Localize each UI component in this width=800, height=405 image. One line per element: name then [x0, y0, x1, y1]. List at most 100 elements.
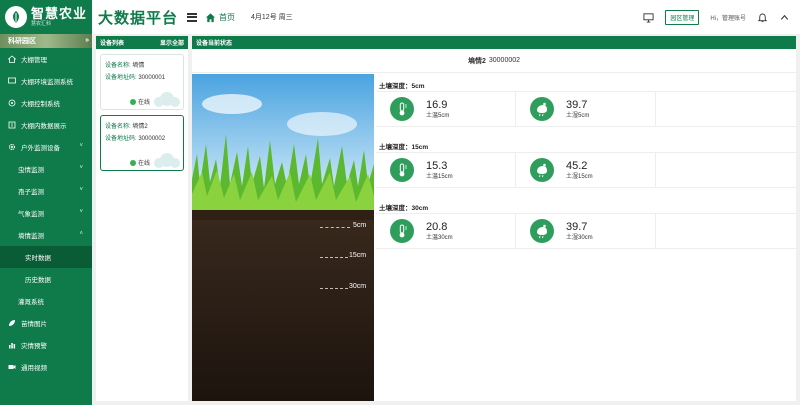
current-device-code: 30000002 [488, 57, 521, 64]
sidebar-item-seedling-photos[interactable]: 苗情图片 [0, 312, 92, 334]
house-icon [8, 55, 16, 63]
sidebar-item-video[interactable]: 通用视频 [0, 356, 92, 378]
park-name: 科研园区 [8, 38, 36, 45]
home-label: 首页 [219, 12, 236, 22]
sidebar-item-data-display[interactable]: 大棚内数据展示 [0, 114, 92, 136]
sidebar-item-soil-moisture[interactable]: 墒情监测 ˄ [0, 224, 92, 246]
soil-temp-value: 16.9 [426, 98, 448, 111]
sidebar-item-label: 大棚内数据展示 [21, 123, 67, 130]
current-device-title: 墒情2 30000002 [192, 49, 796, 73]
depth-line [320, 288, 348, 289]
chart-icon [8, 341, 16, 349]
status-text: 在线 [138, 161, 151, 167]
sidebar-item-realtime-data[interactable]: 实时数据 [0, 246, 92, 268]
device-addr-label: 设备地址码: [105, 75, 137, 81]
soil-temp-cell: 16.9 土温5cm [376, 92, 516, 126]
sidebar-item-control[interactable]: 大棚控制系统 [0, 92, 92, 114]
soil-temp-cell: 15.3 土温15cm [376, 153, 516, 187]
soil-temp-label: 土温15cm [426, 173, 453, 180]
device-card[interactable]: 设备名称: 墒情 设备地址码: 30000001 在线 [100, 54, 184, 110]
chevron-down-icon: ˅ [79, 165, 83, 171]
sidebar-item-label: 气象监测 [18, 211, 44, 218]
status-badge: 在线 [130, 97, 150, 106]
online-dot-icon [130, 98, 136, 105]
thermometer-icon [390, 219, 414, 243]
user-greeting[interactable]: Hi，管理账号 [710, 13, 746, 22]
device-name-label: 设备名称: [105, 63, 131, 69]
humidity-drop-icon [530, 97, 554, 121]
sidebar-item-label: 大棚控制系统 [21, 101, 60, 108]
sidebar-item-label: 实时数据 [25, 255, 51, 262]
cloud-icon [154, 153, 180, 168]
device-name-label: 设备名称: [105, 124, 131, 130]
brand-block: 智慧农业 慧农汇科 [0, 0, 92, 34]
device-name: 墒情 [132, 63, 145, 69]
sidebar-item-label: 灾情预警 [21, 343, 47, 350]
sidebar-item-label: 通用视频 [21, 365, 47, 372]
park-selector[interactable]: 科研园区 » [0, 34, 92, 48]
chevron-down-icon: ˅ [79, 209, 83, 215]
soil-temp-value: 15.3 [426, 159, 448, 172]
fullscreen-monitor-icon[interactable] [643, 12, 654, 23]
depth-heading: 土壤深度：5cm [379, 82, 425, 90]
depth-heading: 土壤深度：15cm [379, 143, 429, 151]
device-addr: 30000002 [138, 136, 166, 142]
show-all-button[interactable]: 显示全部 [160, 38, 184, 47]
thermometer-icon [390, 97, 414, 121]
humidity-drop-icon [530, 219, 554, 243]
sidebar-item-insect-monitor[interactable]: 虫情监测 ˅ [0, 158, 92, 180]
chevron-down-icon: ˅ [79, 143, 83, 149]
menu-toggle-icon[interactable] [187, 12, 198, 22]
device-addr-label: 设备地址码: [105, 136, 137, 142]
soil-humidity-value: 39.7 [566, 98, 588, 111]
soil-humidity-label: 土湿30cm [566, 234, 593, 241]
sidebar-item-label: 墒情监测 [18, 233, 44, 240]
reading-row: 20.8 土温30cm 39.7 土湿30cm [376, 213, 796, 249]
sidebar-item-env-monitor[interactable]: 大棚环境监测系统 [0, 70, 92, 92]
soil-cross-section-image: 5cm 15cm 30cm [192, 74, 374, 401]
sidebar-item-label: 户外监测设备 [21, 145, 60, 152]
park-manage-button[interactable]: 园区管理 [665, 9, 700, 25]
brand-sub: 慧农汇科 [31, 21, 52, 27]
chevron-up-icon[interactable] [779, 12, 790, 23]
brand-logo [5, 6, 27, 28]
soil-humidity-label: 土湿5cm [566, 112, 590, 119]
sidebar-item-history-data[interactable]: 历史数据 [0, 268, 92, 290]
status-panel-title: 设备当前状态 [196, 41, 233, 47]
sidebar-item-irrigation[interactable]: 灌溉系统 [0, 290, 92, 312]
leaf-icon [8, 319, 16, 327]
soil-humidity-cell: 39.7 土湿30cm [516, 214, 656, 248]
chevron-up-icon: ˄ [79, 231, 83, 237]
device-card-selected[interactable]: 设备名称: 墒情2 设备地址码: 30000002 在线 [100, 115, 184, 171]
sidebar: 科研园区 » 大棚管理 大棚环境监测系统 大棚控制系统 大棚内数据展示 户外监测… [0, 34, 92, 405]
depth-label-30cm: 30cm [349, 283, 367, 290]
sidebar-item-greenhouse-manage[interactable]: 大棚管理 [0, 48, 92, 70]
device-addr: 30000001 [138, 75, 166, 81]
home-link[interactable]: 首页 [205, 12, 235, 23]
reading-row: 15.3 土温15cm 45.2 土湿15cm [376, 152, 796, 188]
soil-humidity-value: 39.7 [566, 220, 588, 233]
status-badge: 在线 [130, 158, 150, 167]
depth-label-5cm: 5cm [353, 222, 367, 229]
status-panel-header: 设备当前状态 [192, 36, 796, 49]
home-icon [205, 12, 216, 22]
control-icon [8, 99, 16, 107]
device-status-panel: 设备当前状态 墒情2 30000002 5cm 15cm 30cm 土壤深度：5… [192, 36, 796, 401]
reading-row: 16.9 土温5cm 39.7 土湿5cm [376, 91, 796, 127]
chevron-down-icon: ˅ [79, 187, 83, 193]
bell-icon[interactable] [757, 12, 768, 23]
soil-humidity-value: 45.2 [566, 159, 588, 172]
sidebar-item-label: 苗情图片 [21, 321, 47, 328]
chevron-right-icon: » [85, 37, 89, 44]
device-list-panel: 设备列表 显示全部 设备名称: 墒情 设备地址码: 30000001 在线 设备… [96, 36, 188, 401]
sidebar-item-weather-monitor[interactable]: 气象监测 ˅ [0, 202, 92, 224]
sidebar-item-outdoor-devices[interactable]: 户外监测设备 ˅ [0, 136, 92, 158]
device-name: 墒情2 [132, 124, 148, 130]
sidebar-item-label: 孢子监测 [18, 189, 44, 196]
sidebar-item-disaster-warning[interactable]: 灾情预警 [0, 334, 92, 356]
soil-temp-value: 20.8 [426, 220, 448, 233]
soil-humidity-cell: 45.2 土湿15cm [516, 153, 656, 187]
depth-line [320, 227, 350, 228]
sidebar-item-spore-monitor[interactable]: 孢子监测 ˅ [0, 180, 92, 202]
sidebar-item-label: 大棚环境监测系统 [21, 79, 73, 86]
